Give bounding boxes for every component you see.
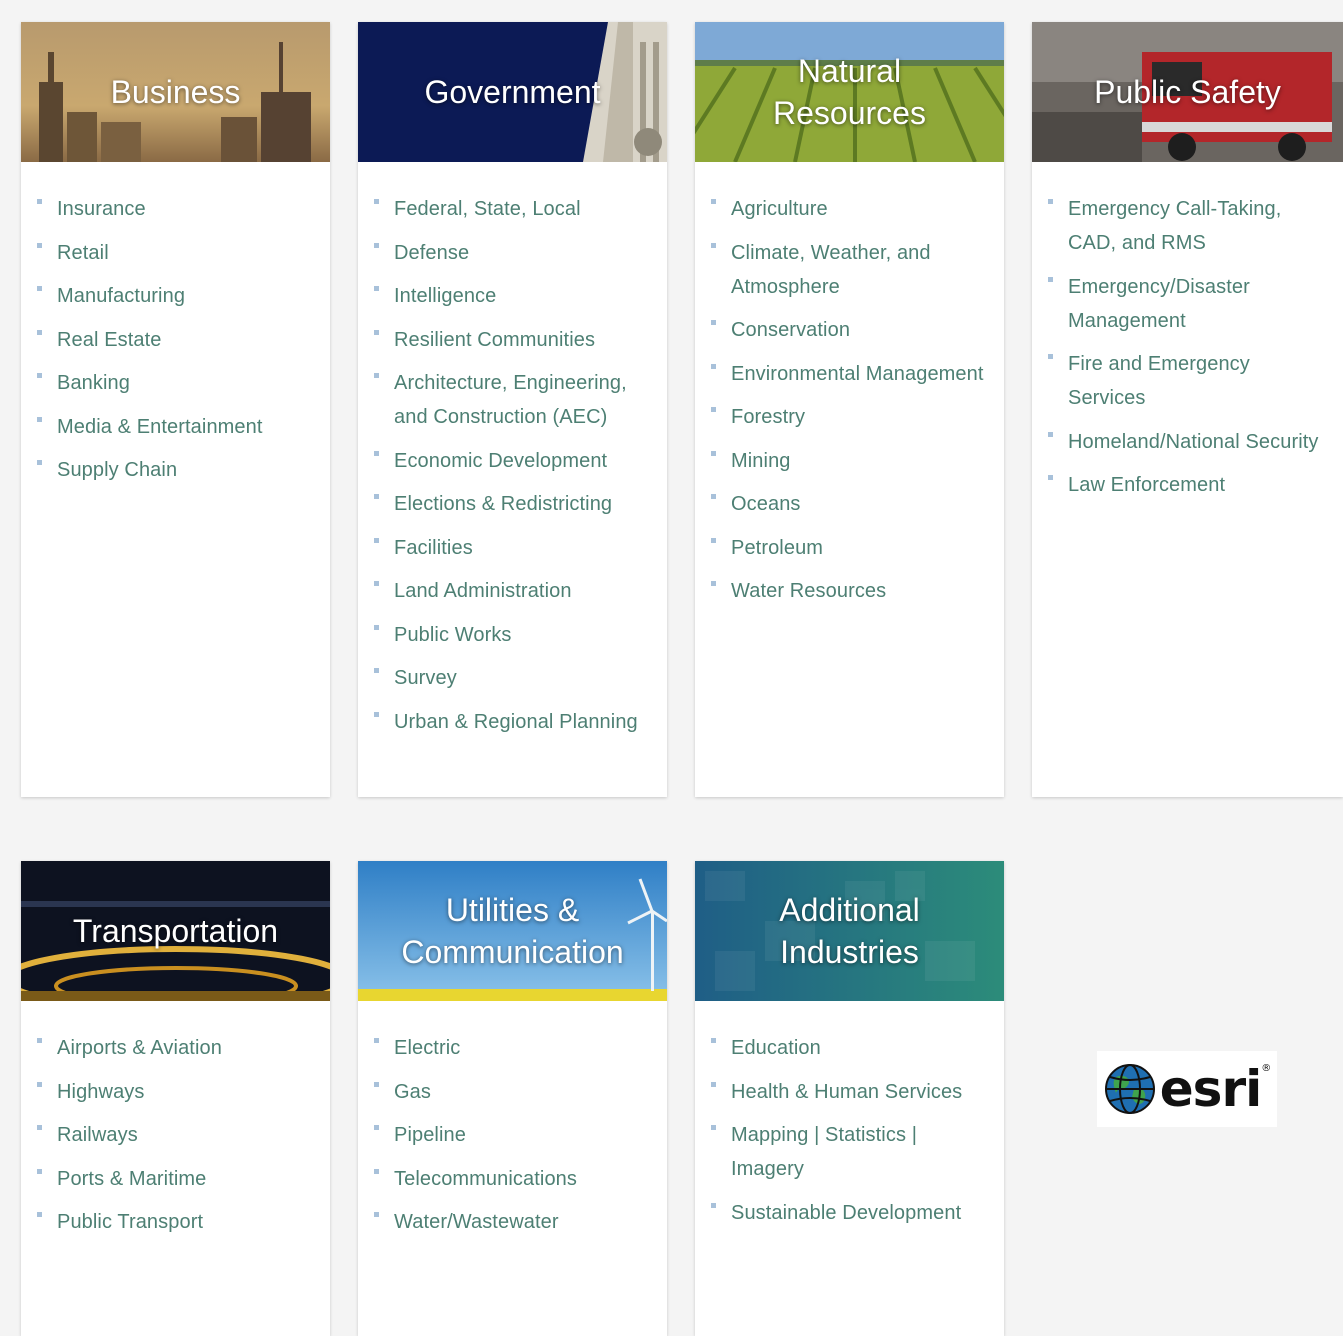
list-item[interactable]: Education bbox=[711, 1031, 990, 1065]
list-item[interactable]: Environmental Management bbox=[711, 357, 990, 391]
card-title: Additional Industries bbox=[779, 892, 920, 970]
item-list: Electric Gas Pipeline Telecommunications… bbox=[358, 1001, 667, 1239]
item-list: Insurance Retail Manufacturing Real Esta… bbox=[21, 162, 330, 487]
card-title: Government bbox=[424, 74, 601, 110]
list-item[interactable]: Oceans bbox=[711, 487, 990, 521]
list-item[interactable]: Elections & Redistricting bbox=[374, 487, 653, 521]
banner-government[interactable]: Government bbox=[358, 22, 667, 162]
list-item[interactable]: Climate, Weather, and Atmosphere bbox=[711, 236, 990, 304]
item-list: Agriculture Climate, Weather, and Atmosp… bbox=[695, 162, 1004, 608]
list-item[interactable]: Urban & Regional Planning bbox=[374, 705, 653, 739]
list-item[interactable]: Water/Wastewater bbox=[374, 1205, 653, 1239]
list-item[interactable]: Media & Entertainment bbox=[37, 410, 316, 444]
industry-card-additional: Additional Industries Education Health &… bbox=[695, 861, 1004, 1336]
card-title: Utilities & Communication bbox=[401, 892, 624, 970]
list-item[interactable]: Fire and Emergency Services bbox=[1048, 347, 1329, 415]
list-item[interactable]: Forestry bbox=[711, 400, 990, 434]
list-item[interactable]: Conservation bbox=[711, 313, 990, 347]
list-item[interactable]: Gas bbox=[374, 1075, 653, 1109]
list-item[interactable]: Public Transport bbox=[37, 1205, 316, 1239]
banner-business[interactable]: Business bbox=[21, 22, 330, 162]
list-item[interactable]: Telecommunications bbox=[374, 1162, 653, 1196]
list-item[interactable]: Defense bbox=[374, 236, 653, 270]
list-item[interactable]: Health & Human Services bbox=[711, 1075, 990, 1109]
list-item[interactable]: Mapping | Statistics | Imagery bbox=[711, 1118, 990, 1186]
banner-transportation[interactable]: Transportation bbox=[21, 861, 330, 1001]
list-item[interactable]: Highways bbox=[37, 1075, 316, 1109]
list-item[interactable]: Law Enforcement bbox=[1048, 468, 1329, 502]
esri-logo[interactable]: esri® bbox=[1097, 1051, 1277, 1127]
list-item[interactable]: Retail bbox=[37, 236, 316, 270]
list-item[interactable]: Resilient Communities bbox=[374, 323, 653, 357]
list-item[interactable]: Manufacturing bbox=[37, 279, 316, 313]
list-item[interactable]: Economic Development bbox=[374, 444, 653, 478]
list-item[interactable]: Public Works bbox=[374, 618, 653, 652]
list-item[interactable]: Real Estate bbox=[37, 323, 316, 357]
list-item[interactable]: Water Resources bbox=[711, 574, 990, 608]
industry-card-government: Government Federal, State, Local Defense… bbox=[358, 22, 667, 797]
list-item[interactable]: Emergency Call-Taking, CAD, and RMS bbox=[1048, 192, 1329, 260]
list-item[interactable]: Airports & Aviation bbox=[37, 1031, 316, 1065]
list-item[interactable]: Federal, State, Local bbox=[374, 192, 653, 226]
banner-natural-resources[interactable]: Natural Resources bbox=[695, 22, 1004, 162]
industry-card-business: Business Insurance Retail Manufacturing … bbox=[21, 22, 330, 797]
banner-public-safety[interactable]: Public Safety bbox=[1032, 22, 1343, 162]
list-item[interactable]: Mining bbox=[711, 444, 990, 478]
list-item[interactable]: Electric bbox=[374, 1031, 653, 1065]
card-title: Natural Resources bbox=[773, 53, 926, 131]
item-list: Federal, State, Local Defense Intelligen… bbox=[358, 162, 667, 739]
item-list: Education Health & Human Services Mappin… bbox=[695, 1001, 1004, 1230]
list-item[interactable]: Insurance bbox=[37, 192, 316, 226]
list-item[interactable]: Survey bbox=[374, 661, 653, 695]
list-item[interactable]: Petroleum bbox=[711, 531, 990, 565]
item-list: Emergency Call-Taking, CAD, and RMS Emer… bbox=[1032, 162, 1343, 502]
list-item[interactable]: Agriculture bbox=[711, 192, 990, 226]
industry-card-public-safety: Public Safety Emergency Call-Taking, CAD… bbox=[1032, 22, 1343, 797]
list-item[interactable]: Intelligence bbox=[374, 279, 653, 313]
list-item[interactable]: Railways bbox=[37, 1118, 316, 1152]
list-item[interactable]: Architecture, Engineering, and Construct… bbox=[374, 366, 653, 434]
list-item[interactable]: Banking bbox=[37, 366, 316, 400]
list-item[interactable]: Supply Chain bbox=[37, 453, 316, 487]
esri-wordmark: esri® bbox=[1159, 1060, 1271, 1118]
banner-utilities[interactable]: Utilities & Communication bbox=[358, 861, 667, 1001]
card-title: Transportation bbox=[72, 913, 279, 949]
list-item[interactable]: Homeland/National Security bbox=[1048, 425, 1329, 459]
item-list: Airports & Aviation Highways Railways Po… bbox=[21, 1001, 330, 1239]
list-item[interactable]: Facilities bbox=[374, 531, 653, 565]
list-item[interactable]: Pipeline bbox=[374, 1118, 653, 1152]
industry-card-utilities: Utilities & Communication Electric Gas P… bbox=[358, 861, 667, 1336]
banner-additional[interactable]: Additional Industries bbox=[695, 861, 1004, 1001]
card-title: Public Safety bbox=[1094, 74, 1281, 110]
logo-text: esri bbox=[1159, 1060, 1262, 1118]
list-item[interactable]: Emergency/Disaster Management bbox=[1048, 270, 1329, 338]
list-item[interactable]: Land Administration bbox=[374, 574, 653, 608]
list-item[interactable]: Sustainable Development bbox=[711, 1196, 990, 1230]
industry-card-transportation: Transportation Airports & Aviation Highw… bbox=[21, 861, 330, 1336]
industry-card-natural-resources: Natural Resources Agriculture Climate, W… bbox=[695, 22, 1004, 797]
list-item[interactable]: Ports & Maritime bbox=[37, 1162, 316, 1196]
card-title: Business bbox=[110, 74, 241, 110]
globe-icon bbox=[1104, 1064, 1155, 1114]
